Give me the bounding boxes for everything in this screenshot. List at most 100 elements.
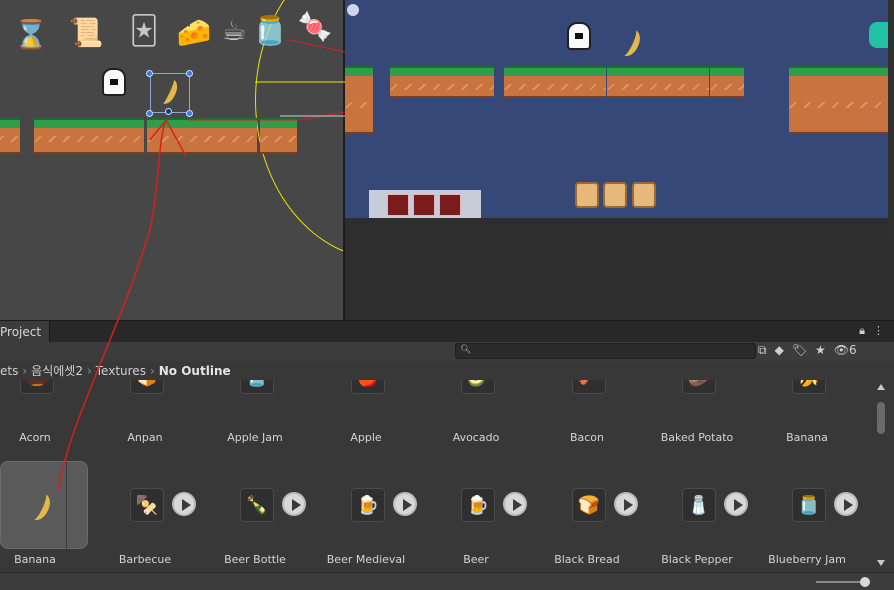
pivot-handle[interactable] (165, 108, 172, 115)
tab-project[interactable]: Project (0, 321, 51, 343)
platform (607, 66, 709, 98)
platform (0, 118, 20, 154)
banana-icon (22, 488, 54, 524)
search-icon: 🔍︎ (460, 345, 472, 355)
scrollbar-thumb[interactable] (877, 402, 885, 434)
breadcrumb-item[interactable]: ets (0, 364, 18, 378)
asset-item[interactable]: 🍎 Apple (311, 380, 421, 474)
hidden-packages-icon[interactable]: 👁︎6 (834, 343, 857, 358)
scene-view[interactable]: ⌛ 📜 🃏 🧀 ☕ 🫙 🍬 (0, 0, 345, 320)
asset-item[interactable]: 🫙 Blueberry Jam (752, 488, 862, 572)
panel-edge (888, 0, 894, 240)
play-icon[interactable] (614, 492, 638, 516)
asset-item[interactable]: 🍺 Beer (421, 488, 531, 572)
asset-thumbnail[interactable]: 🍾 (240, 488, 274, 522)
play-icon[interactable] (282, 492, 306, 516)
cards-icon[interactable]: 🃏 (124, 10, 164, 50)
hourglass-icon[interactable]: ⌛ (10, 12, 52, 56)
cheese-icon[interactable]: 🧀 (174, 12, 214, 52)
asset-item[interactable]: 🥓 Bacon (532, 380, 642, 474)
search-input[interactable]: 🔍︎ (455, 343, 756, 359)
lock-icon[interactable]: 🔒︎ (859, 324, 865, 338)
asset-label: Baked Potato (660, 431, 734, 444)
search-by-type-icon[interactable]: ⧉ (758, 343, 767, 358)
zoom-slider-knob[interactable] (860, 577, 870, 587)
handle-top-left[interactable] (146, 70, 153, 77)
zoom-slider-track[interactable] (816, 581, 866, 583)
asset-thumbnail[interactable]: 🫙 (240, 380, 274, 394)
play-icon[interactable] (172, 492, 196, 516)
coin-slot (632, 182, 656, 208)
platform (260, 118, 297, 154)
asset-item[interactable]: 🍞 Black Bread (532, 488, 642, 572)
play-icon[interactable] (724, 492, 748, 516)
asset-thumbnail[interactable]: 🥓 (572, 380, 606, 394)
asset-thumbnail[interactable]: 🥔 (682, 380, 716, 394)
asset-label: Apple (350, 431, 382, 444)
player-sprite[interactable] (102, 68, 126, 96)
jar-icon[interactable]: 🫙 (252, 10, 288, 50)
asset-item[interactable]: 🥑 Avocado (421, 380, 531, 474)
asset-label: Apple Jam (227, 431, 283, 444)
asset-item[interactable]: 🍢 Barbecue (90, 488, 200, 572)
asset-label: Beer Medieval (326, 553, 406, 566)
asset-thumbnail[interactable]: 🍺 (461, 488, 495, 522)
breadcrumb-item[interactable]: 음식에셋2 (31, 364, 83, 378)
hidden-count: 6 (849, 343, 857, 357)
asset-thumbnail[interactable]: 🌰 (20, 380, 54, 394)
asset-thumbnail[interactable]: 🥑 (461, 380, 495, 394)
asset-item[interactable]: 🫙 Apple Jam (200, 380, 310, 474)
asset-thumbnail[interactable]: 🍎 (351, 380, 385, 394)
candy-icon[interactable]: 🍬 (295, 6, 335, 46)
platform (710, 66, 744, 98)
asset-thumbnail[interactable]: 🍢 (130, 488, 164, 522)
play-icon[interactable] (834, 492, 858, 516)
asset-label: Black Pepper (661, 553, 733, 566)
vertical-scrollbar[interactable] (874, 380, 888, 572)
filter-by-label-icon[interactable]: 🏷︎ (792, 343, 807, 358)
banana-sprite (612, 24, 644, 60)
asset-item[interactable]: 🍺 Beer Medieval (311, 488, 421, 572)
asset-label: Barbecue (118, 553, 172, 566)
asset-label: Acorn (19, 431, 51, 444)
project-statusbar (0, 572, 894, 590)
breadcrumb-item[interactable]: Textures (96, 364, 146, 378)
asset-thumbnail[interactable]: 🍞 (130, 380, 164, 394)
asset-label: Beer (463, 553, 489, 566)
selected-asset-banana[interactable] (0, 461, 88, 550)
asset-thumbnail[interactable]: 🫙 (792, 488, 826, 522)
coin-slot (575, 182, 599, 208)
health-slot (413, 194, 435, 216)
handle-bottom-left[interactable] (146, 110, 153, 117)
breadcrumb-current[interactable]: No Outline (159, 364, 231, 378)
scroll-icon[interactable]: 📜 (66, 12, 106, 52)
scroll-up-icon[interactable] (877, 384, 885, 390)
coffee-icon[interactable]: ☕ (214, 10, 254, 50)
asset-item[interactable]: 🍾 Beer Bottle (200, 488, 310, 572)
platform (34, 118, 144, 154)
kebab-menu-icon[interactable]: ⋮ (873, 324, 884, 338)
play-icon[interactable] (393, 492, 417, 516)
handle-top-right[interactable] (186, 70, 193, 77)
filter-by-type-icon[interactable]: ◆ (775, 343, 784, 358)
scroll-down-icon[interactable] (877, 560, 885, 566)
asset-thumbnail[interactable]: 🍺 (351, 488, 385, 522)
player-sprite (567, 22, 591, 50)
favorite-star-icon[interactable]: ★ (815, 343, 826, 358)
game-view[interactable] (345, 0, 894, 218)
asset-thumbnail[interactable]: 🍌 (792, 380, 826, 394)
asset-label: Beer Bottle (224, 553, 286, 566)
play-icon[interactable] (503, 492, 527, 516)
asset-item[interactable]: 🥔 Baked Potato (642, 380, 752, 474)
health-slot (439, 194, 461, 216)
asset-label: Bacon (569, 431, 605, 444)
asset-label: Blueberry Jam (768, 553, 846, 566)
handle-bottom-right[interactable] (186, 110, 193, 117)
asset-item[interactable]: 🌰 Acorn (0, 380, 90, 474)
asset-item[interactable]: 🍞 Anpan (90, 380, 200, 474)
asset-item[interactable]: 🍌 Banana (752, 380, 862, 474)
project-tabbar: Project 🔒︎ ⋮ (0, 320, 894, 343)
asset-thumbnail[interactable]: 🍞 (572, 488, 606, 522)
asset-item[interactable]: 🧂 Black Pepper (642, 488, 752, 572)
asset-thumbnail[interactable]: 🧂 (682, 488, 716, 522)
